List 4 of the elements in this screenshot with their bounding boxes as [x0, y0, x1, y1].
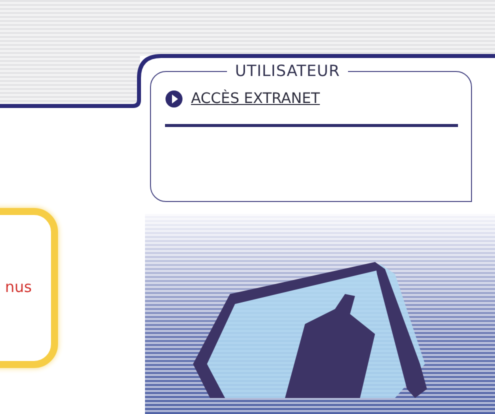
card-text: nus	[5, 278, 32, 296]
panel-title: UTILISATEUR	[234, 62, 341, 80]
extranet-link[interactable]: ACCÈS EXTRANET	[191, 91, 320, 107]
play-circle-icon	[165, 90, 183, 108]
